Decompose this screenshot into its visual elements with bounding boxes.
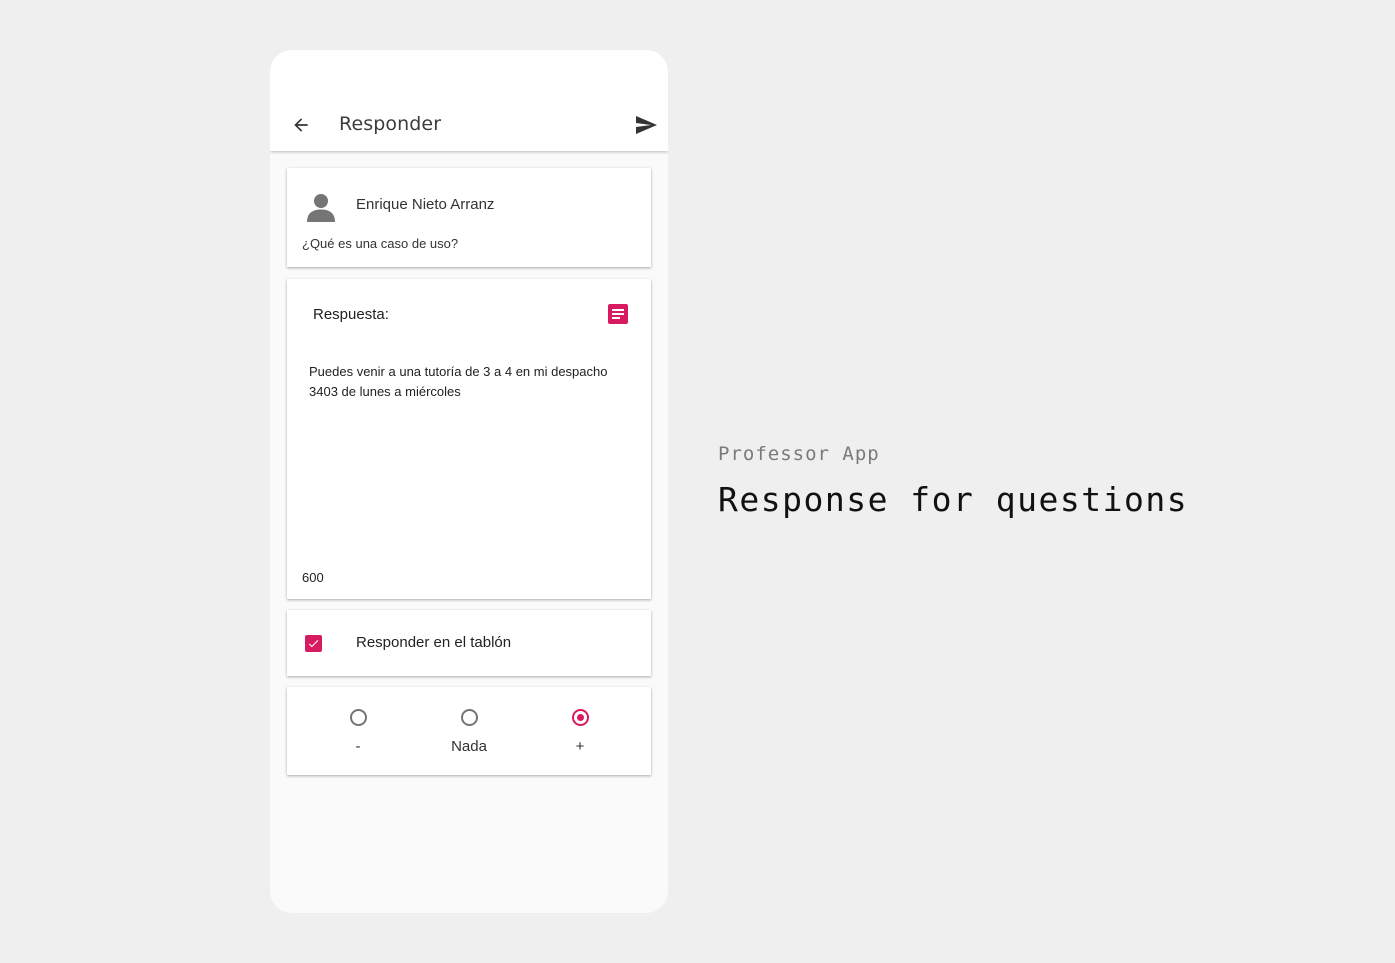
character-counter: 600 [302, 570, 324, 585]
notes-button[interactable] [607, 303, 629, 325]
caption-subtitle: Professor App [718, 443, 880, 465]
rating-option-minus[interactable]: - [318, 709, 398, 755]
question-text: ¿Qué es una caso de uso? [302, 236, 459, 251]
author-name: Enrique Nieto Arranz [356, 196, 495, 213]
radio-button[interactable] [460, 709, 478, 726]
phone-screen: Responder Enrique Nieto Arranz ¿Qué es u… [270, 50, 668, 913]
answer-textarea[interactable]: Puedes venir a una tutoría de 3 a 4 en m… [309, 362, 627, 542]
check-icon [308, 640, 319, 648]
caption-title: Response for questions [718, 480, 1189, 519]
radio-label: + [575, 738, 585, 755]
board-option-card: Responder en el tablón [287, 610, 651, 676]
radio-label: - [355, 738, 361, 755]
radio-label: Nada [451, 738, 487, 755]
notes-icon [608, 304, 628, 324]
arrow-left-icon [294, 118, 308, 132]
radio-button-selected[interactable] [571, 709, 589, 726]
radio-dot [576, 714, 584, 721]
app-bar: Responder [270, 50, 668, 151]
board-checkbox-label: Responder en el tablón [356, 634, 512, 651]
rating-option-plus[interactable]: + [540, 709, 620, 755]
question-card: Enrique Nieto Arranz ¿Qué es una caso de… [287, 168, 651, 267]
board-checkbox[interactable] [305, 635, 322, 652]
person-icon [307, 194, 335, 222]
send-button[interactable] [632, 111, 660, 139]
rating-card: - Nada + [287, 687, 651, 775]
answer-label: Respuesta: [313, 306, 389, 323]
radio-button[interactable] [349, 709, 367, 726]
rating-option-nada[interactable]: Nada [429, 709, 509, 755]
answer-card: Respuesta: Puedes venir a una tutoría de… [287, 279, 651, 599]
send-icon [636, 116, 657, 134]
rating-radio-group: - Nada + [287, 687, 651, 775]
back-button[interactable] [288, 112, 314, 138]
page-title: Responder [339, 113, 442, 135]
